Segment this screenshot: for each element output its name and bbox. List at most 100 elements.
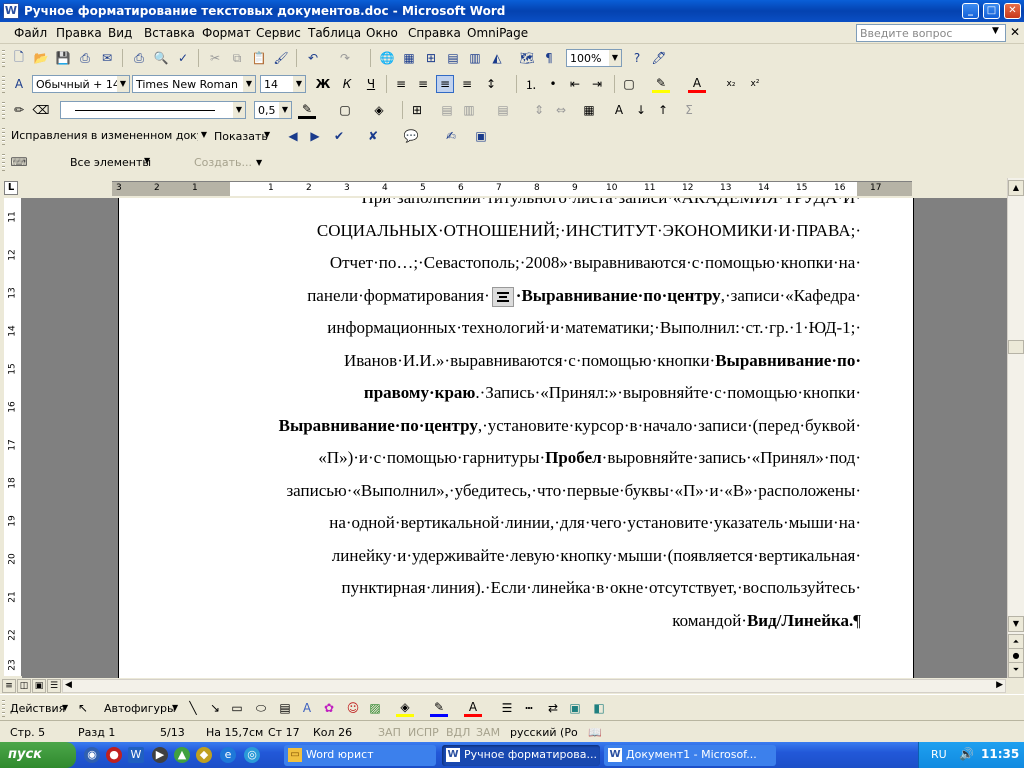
status-extend[interactable]: ВДЛ (446, 726, 470, 739)
align-center-icon[interactable]: ≡ (414, 75, 432, 93)
document-area[interactable]: При·заполнении·титульного·листа·записи·«… (22, 198, 1007, 678)
clip-art-icon[interactable]: ☺ (344, 699, 362, 717)
quick-launch-icon[interactable]: ◉ (84, 747, 100, 763)
chevron-down-icon[interactable]: ▼ (243, 76, 255, 92)
status-record-macro[interactable]: ЗАП (378, 726, 401, 739)
format-painter-icon[interactable]: 🖌 (272, 49, 290, 67)
arrow-icon[interactable]: ↘ (206, 699, 224, 717)
autoshapes-menu[interactable]: Автофигуры (104, 702, 176, 715)
columns-icon[interactable]: ▥ (466, 49, 484, 67)
undo-icon[interactable]: ↶ (304, 49, 322, 67)
insert-table-icon[interactable]: ⊞ (422, 49, 440, 67)
status-column[interactable]: Кол 26 (313, 726, 352, 739)
bullets-icon[interactable]: • (544, 75, 562, 93)
document-page[interactable]: При·заполнении·титульного·листа·записи·«… (118, 198, 914, 678)
scroll-down-icon[interactable]: ▼ (1008, 616, 1024, 632)
chevron-down-icon[interactable]: ▼ (609, 50, 621, 66)
status-language[interactable]: русский (Ро (510, 726, 578, 739)
border-icon[interactable]: ▢ (620, 75, 638, 93)
highlight-icon[interactable]: ✎ (652, 75, 670, 93)
numbering-icon[interactable]: ⒈ (522, 75, 540, 93)
outside-border-icon[interactable]: ▢ (336, 101, 354, 119)
chevron-down-icon[interactable]: ▼ (172, 703, 178, 712)
print-preview-icon[interactable]: 🔍 (152, 49, 170, 67)
toolbar-grip[interactable] (2, 127, 5, 145)
shadow-style-icon[interactable]: ▣ (566, 699, 584, 717)
select-objects-icon[interactable]: ↖ (74, 699, 92, 717)
scroll-left-icon[interactable]: ◀ (65, 680, 72, 690)
justify-icon[interactable]: ≡ (458, 75, 476, 93)
line-spacing-icon[interactable]: ↕ (482, 75, 500, 93)
help-icon[interactable]: ? (628, 49, 646, 67)
web-layout-icon[interactable]: ◫ (17, 679, 31, 693)
all-elements-menu[interactable]: Все элементы (70, 156, 151, 169)
shading-icon[interactable]: ◈ (370, 101, 388, 119)
merge-cells-icon[interactable]: ▤ (438, 101, 456, 119)
chevron-down-icon[interactable]: ▼ (293, 76, 305, 92)
start-button[interactable]: пуск (0, 742, 76, 768)
table-autoformat-icon[interactable]: ▦ (580, 101, 598, 119)
accept-change-icon[interactable]: ✔ (330, 127, 348, 145)
sort-descending-icon[interactable]: ↑ (654, 101, 672, 119)
read-icon[interactable]: 🖊 (650, 49, 668, 67)
rectangle-icon[interactable]: ▭ (228, 699, 246, 717)
border-color-icon[interactable]: ✎ (298, 101, 316, 119)
menu-tools[interactable]: Сервис (256, 26, 301, 40)
help-search-input[interactable]: Введите вопрос (856, 24, 1006, 42)
minimize-button[interactable]: _ (962, 3, 979, 19)
print-layout-icon[interactable]: ▣ (32, 679, 46, 693)
align-right-icon[interactable]: ≡ (436, 75, 454, 93)
font-size-combo[interactable]: 14 ▼ (260, 75, 306, 93)
increase-indent-icon[interactable]: ⇥ (588, 75, 606, 93)
vertical-scrollbar[interactable]: ▲ ▼ ⏶ ● ⏷ (1007, 178, 1024, 678)
next-change-icon[interactable]: ▶ (306, 127, 324, 145)
quick-launch-icon[interactable]: W (128, 747, 144, 763)
menu-help[interactable]: Справка (408, 26, 461, 40)
tab-selector[interactable]: L (4, 181, 18, 195)
draw-actions-menu[interactable]: Действия (10, 702, 65, 715)
hyperlink-icon[interactable]: 🌐 (378, 49, 396, 67)
draw-table-pencil-icon[interactable]: ✏ (10, 101, 28, 119)
oval-icon[interactable]: ⬭ (252, 699, 270, 717)
outline-view-icon[interactable]: ☰ (47, 679, 61, 693)
show-menu-button[interactable]: Показать (214, 130, 268, 143)
status-page[interactable]: Стр. 5 (10, 726, 45, 739)
picture-icon[interactable]: ▨ (366, 699, 384, 717)
decrease-indent-icon[interactable]: ⇤ (566, 75, 584, 93)
status-page-count[interactable]: 5/13 (160, 726, 185, 739)
underline-button[interactable]: Ч (362, 75, 380, 93)
word-app-icon[interactable]: W (3, 3, 19, 19)
volume-icon[interactable]: 🔊 (959, 747, 974, 761)
vertical-ruler[interactable]: 11 12 13 14 15 16 17 18 19 20 21 22 23 (4, 198, 22, 676)
previous-change-icon[interactable]: ◀ (284, 127, 302, 145)
status-track-changes[interactable]: ИСПР (408, 726, 439, 739)
line-style-icon[interactable]: ☰ (498, 699, 516, 717)
wordart-icon[interactable]: A (298, 699, 316, 717)
align-left-icon[interactable]: ≡ (392, 75, 410, 93)
text-box-icon[interactable]: ▤ (276, 699, 294, 717)
scroll-right-icon[interactable]: ▶ (996, 680, 1003, 690)
taskbar-item-folder[interactable]: ▭ Word юрист (284, 745, 436, 766)
chevron-down-icon[interactable]: ▼ (117, 76, 129, 92)
insert-table-icon[interactable]: ⊞ (408, 101, 426, 119)
menu-file[interactable]: Файл (14, 26, 47, 40)
chevron-down-icon[interactable]: ▼ (144, 156, 150, 165)
autosum-icon[interactable]: Σ (680, 101, 698, 119)
menu-view[interactable]: Вид (108, 26, 132, 40)
reviewing-pane-icon[interactable]: ▣ (472, 127, 490, 145)
ink-annotations-icon[interactable]: ⌨ (10, 153, 28, 171)
chevron-down-icon[interactable]: ▼ (279, 102, 291, 118)
next-page-icon[interactable]: ⏷ (1008, 662, 1024, 678)
chevron-down-icon[interactable]: ▼ (62, 703, 68, 712)
taskbar-item-document[interactable]: W Документ1 - Microsof... (604, 745, 776, 766)
track-changes-icon[interactable]: ✍ (442, 127, 460, 145)
media-player-icon[interactable]: ▶ (152, 747, 168, 763)
diagram-icon[interactable]: ✿ (320, 699, 338, 717)
menu-omnipage[interactable]: OmniPage (467, 26, 528, 40)
bold-button[interactable]: Ж (314, 75, 332, 93)
new-comment-icon[interactable]: 💬 (402, 127, 420, 145)
display-for-review-combo[interactable]: Исправления в измененном документ ▼ (8, 127, 210, 145)
maximize-button[interactable]: □ (983, 3, 1000, 19)
fill-color-icon[interactable]: ◈ (396, 699, 414, 717)
subscript-icon[interactable]: x₂ (722, 75, 740, 93)
